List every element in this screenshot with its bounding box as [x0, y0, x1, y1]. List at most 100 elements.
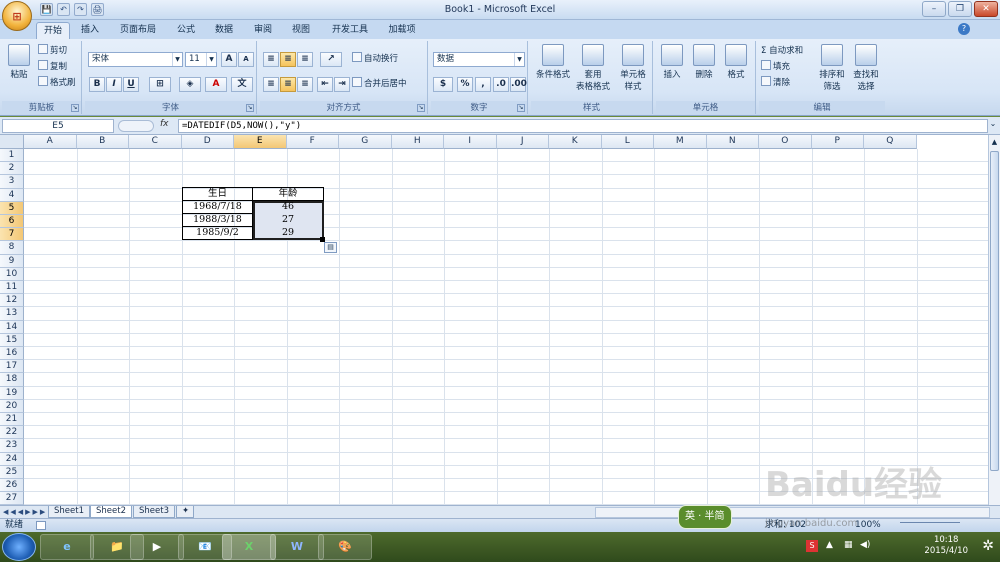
row-header[interactable]: 17 — [0, 360, 24, 374]
fx-icon[interactable]: fx — [160, 119, 169, 129]
scroll-thumb[interactable] — [990, 151, 999, 471]
column-header[interactable]: N — [706, 135, 759, 149]
row-header[interactable]: 25 — [0, 465, 24, 479]
tab-insert[interactable]: 插入 — [75, 22, 105, 39]
select-all-corner[interactable] — [0, 135, 24, 149]
word-taskbar-button[interactable]: W — [270, 534, 324, 560]
column-header[interactable]: I — [444, 135, 497, 149]
copy-button[interactable]: 复制 — [38, 60, 67, 74]
decrease-indent-icon[interactable]: ⇤ — [317, 77, 333, 92]
align-left-icon[interactable]: ≡ — [263, 77, 279, 92]
row-header[interactable]: 5 — [0, 201, 24, 215]
fill-color-icon[interactable]: ◈ — [179, 77, 201, 92]
row-header[interactable]: 2 — [0, 162, 24, 176]
settings-gear-icon[interactable]: ✲ — [982, 538, 994, 554]
align-bottom-icon[interactable]: ≡ — [297, 52, 313, 67]
expand-formula-icon[interactable]: ⌄ — [988, 119, 998, 133]
worksheet-grid[interactable]: ABCDEFGHIJKLMNOPQ 1 2 3 4 5 6 7 8 9 10 11 12 13 14 15 1… — [0, 135, 1000, 505]
cell-e6[interactable]: 27 — [253, 214, 323, 226]
column-header[interactable]: C — [129, 135, 182, 149]
row-header[interactable]: 21 — [0, 413, 24, 427]
clock[interactable]: 10:18 2015/4/10 — [924, 535, 968, 557]
cell-d4[interactable]: 生日 — [183, 188, 252, 200]
font-launcher-icon[interactable]: ↘ — [246, 104, 254, 112]
row-header[interactable]: 26 — [0, 479, 24, 493]
align-center-icon[interactable]: ≡ — [280, 77, 296, 92]
ime-s-icon[interactable]: S — [806, 540, 818, 552]
row-header[interactable]: 27 — [0, 492, 24, 505]
tray-arrow-icon[interactable]: ▲ — [826, 540, 833, 550]
row-header[interactable]: 8 — [0, 241, 24, 255]
increase-indent-icon[interactable]: ⇥ — [334, 77, 350, 92]
sheet-tab-2[interactable]: Sheet2 — [90, 506, 132, 518]
row-header[interactable]: 3 — [0, 175, 24, 189]
column-header[interactable]: M — [654, 135, 707, 149]
excel-taskbar-button[interactable]: X — [222, 534, 276, 560]
row-header[interactable]: 4 — [0, 188, 24, 202]
paint-taskbar-button[interactable]: 🎨 — [318, 534, 372, 560]
tab-review[interactable]: 审阅 — [247, 22, 279, 39]
row-header[interactable]: 24 — [0, 452, 24, 466]
media-taskbar-button[interactable]: ▶ — [130, 534, 184, 560]
clipboard-launcher-icon[interactable]: ↘ — [71, 104, 79, 112]
shrink-font-button[interactable]: A — [238, 52, 254, 67]
align-middle-icon[interactable]: ≡ — [280, 52, 296, 67]
autosum-button[interactable]: Σ 自动求和 — [761, 44, 803, 58]
name-box[interactable]: E5 — [2, 119, 114, 133]
orientation-icon[interactable]: ↗ — [320, 52, 342, 67]
office-button[interactable]: ⊞ — [2, 1, 32, 31]
row-header[interactable]: 22 — [0, 426, 24, 440]
fill-button[interactable]: 填充 — [761, 60, 790, 74]
column-header[interactable]: A — [24, 135, 77, 149]
network-icon[interactable]: ▦ — [844, 540, 853, 550]
row-header[interactable]: 7 — [0, 228, 24, 242]
insert-cells-button[interactable]: 插入 — [656, 44, 688, 80]
column-header[interactable]: D — [181, 135, 234, 149]
start-button[interactable] — [2, 533, 36, 561]
delete-cells-button[interactable]: 删除 — [688, 44, 720, 80]
macro-record-icon[interactable] — [36, 521, 46, 530]
row-header[interactable]: 13 — [0, 307, 24, 321]
format-painter-button[interactable]: 格式刷 — [38, 76, 76, 90]
row-header[interactable]: 19 — [0, 386, 24, 400]
italic-button[interactable]: I — [106, 77, 122, 92]
format-cells-button[interactable]: 格式 — [720, 44, 752, 80]
help-icon[interactable]: ? — [958, 23, 970, 35]
row-header[interactable]: 1 — [0, 149, 24, 163]
paste-button[interactable]: 粘贴 — [4, 44, 34, 80]
align-right-icon[interactable]: ≡ — [297, 77, 313, 92]
column-header[interactable]: K — [549, 135, 602, 149]
wrap-text-button[interactable]: 自动换行 — [352, 52, 398, 66]
phonetic-icon[interactable]: 文 — [231, 77, 253, 92]
column-header[interactable]: J — [496, 135, 549, 149]
close-button[interactable]: ✕ — [974, 1, 998, 17]
cell-d5[interactable]: 1968/7/18 — [183, 201, 252, 213]
cut-button[interactable]: 剪切 — [38, 44, 67, 58]
row-header[interactable]: 9 — [0, 254, 24, 268]
volume-icon[interactable]: ◀) — [860, 540, 870, 550]
number-format-select[interactable]: 数据 ▼ — [433, 52, 525, 67]
column-header[interactable]: Q — [864, 135, 917, 149]
row-header[interactable]: 23 — [0, 439, 24, 453]
tab-page-layout[interactable]: 页面布局 — [112, 22, 164, 39]
cell-d7[interactable]: 1985/9/2 — [183, 227, 252, 239]
number-launcher-icon[interactable]: ↘ — [517, 104, 525, 112]
row-header[interactable]: 6 — [0, 215, 24, 229]
formula-input[interactable]: =DATEDIF(D5,NOW(),"y") — [178, 119, 988, 133]
underline-button[interactable]: U — [123, 77, 139, 92]
sheet-nav-icon[interactable]: ◀◀◀▶▶▶ — [3, 506, 47, 518]
tab-formulas[interactable]: 公式 — [170, 22, 202, 39]
tab-addins[interactable]: 加载项 — [382, 22, 422, 39]
currency-icon[interactable]: $ — [433, 77, 453, 92]
restore-button[interactable]: ❐ — [948, 1, 972, 17]
percent-button[interactable]: % — [457, 77, 473, 92]
cell-e4[interactable]: 年龄 — [253, 188, 323, 200]
row-header[interactable]: 15 — [0, 333, 24, 347]
sort-filter-button[interactable]: 排序和 筛选 — [815, 44, 849, 92]
column-header[interactable]: E — [234, 135, 287, 149]
bold-button[interactable]: B — [89, 77, 105, 92]
column-header[interactable]: P — [811, 135, 864, 149]
sheet-tab-3[interactable]: Sheet3 — [133, 506, 175, 518]
row-header[interactable]: 18 — [0, 373, 24, 387]
font-size-select[interactable]: 11 ▼ — [185, 52, 217, 67]
